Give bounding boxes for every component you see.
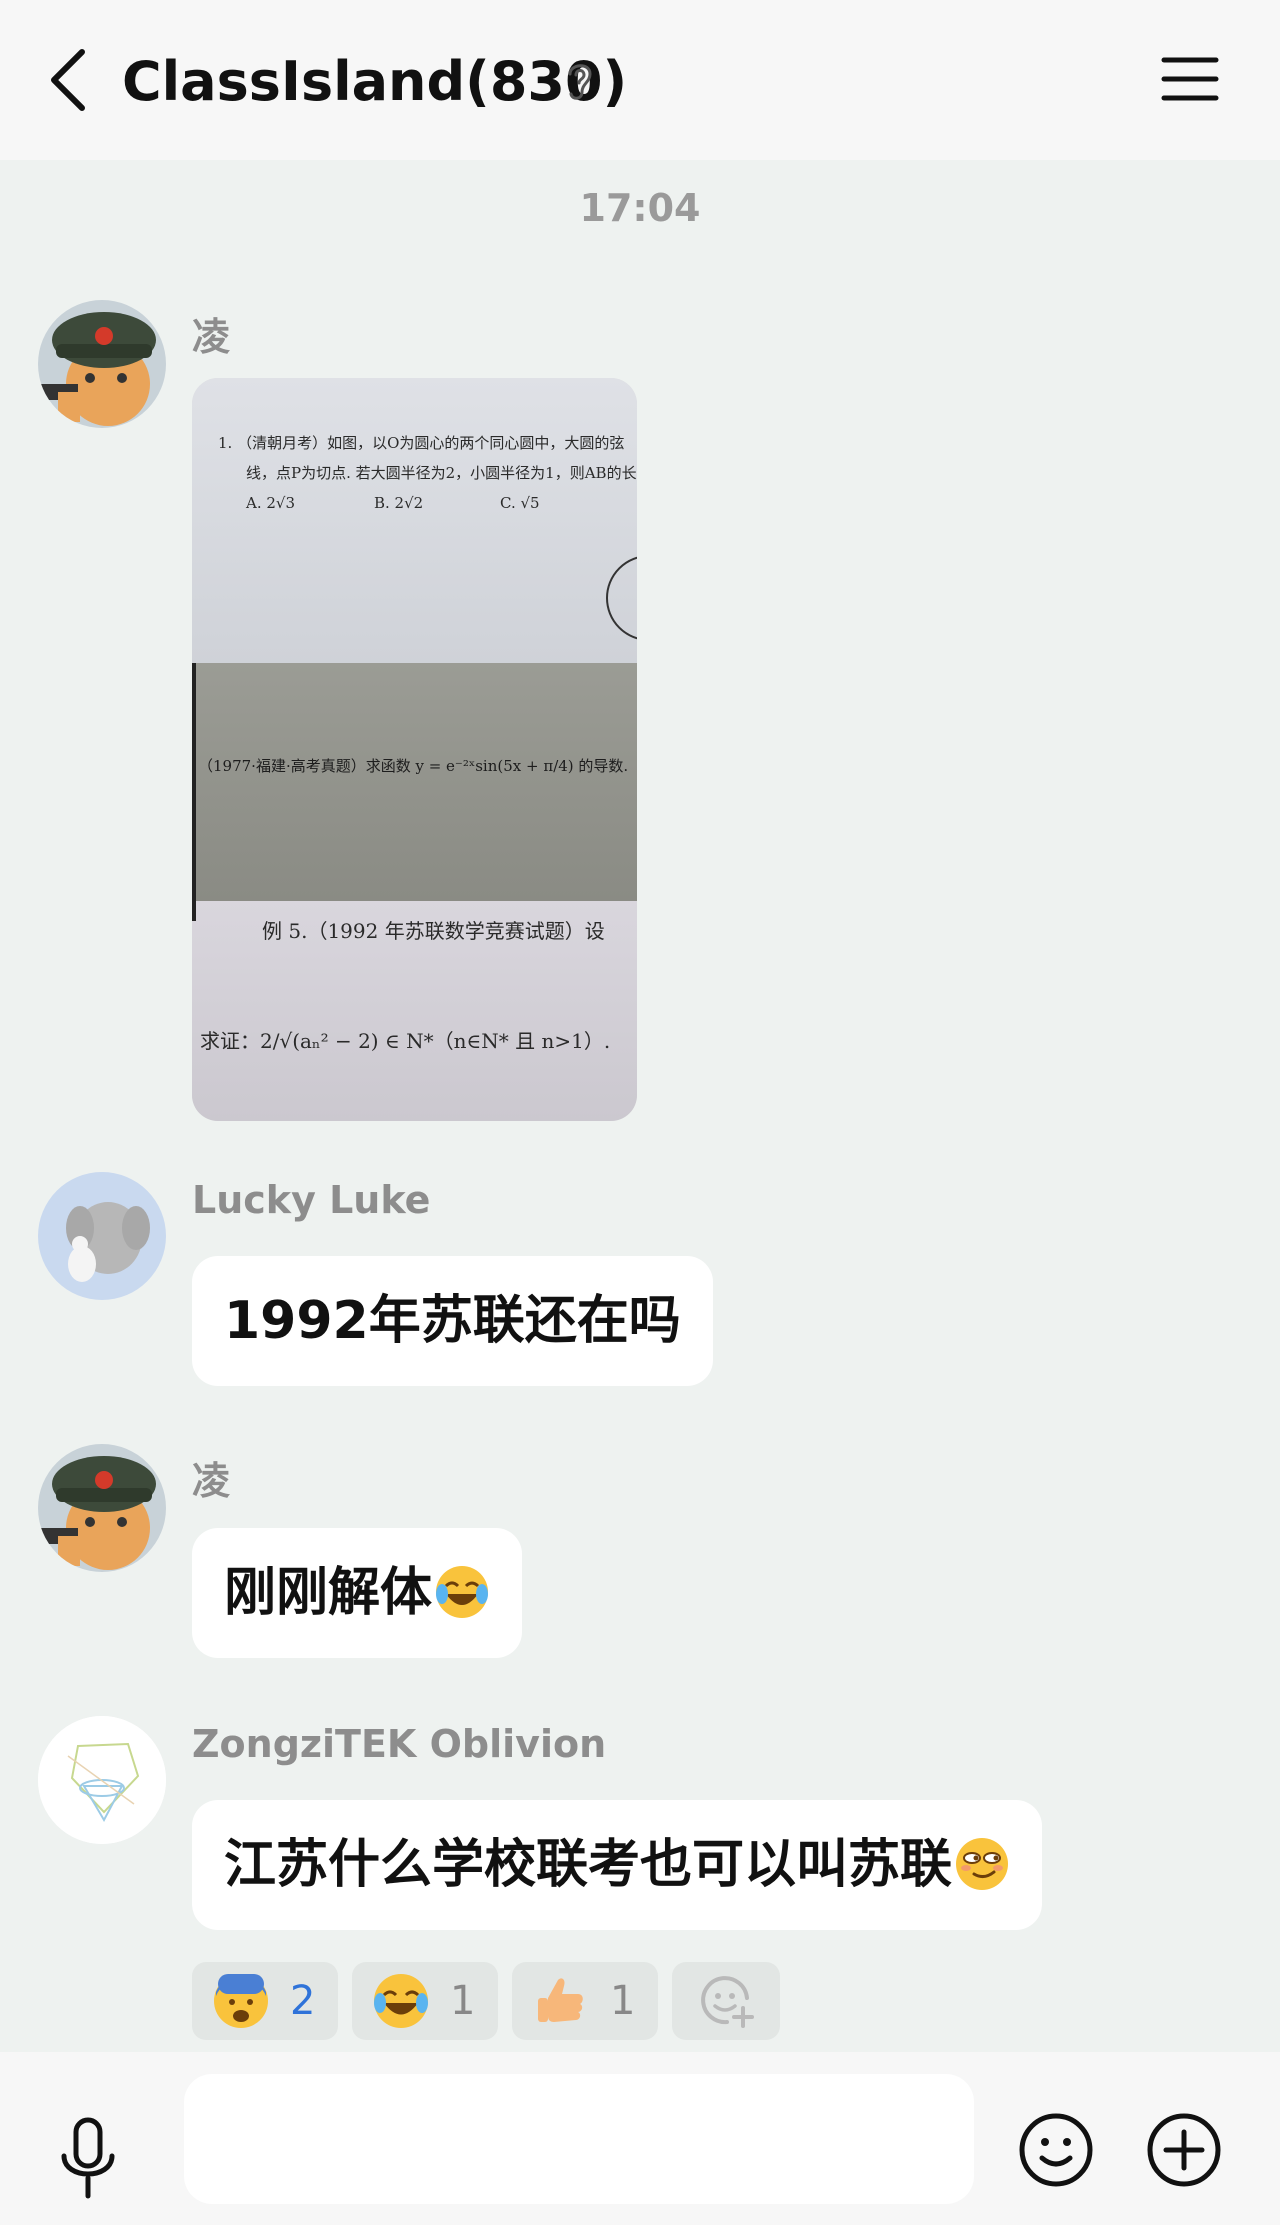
photo-text: 1. （清朝月考）如图，以O为圆心的两个同心圆中，大圆的弦 (218, 434, 625, 452)
message-bubble[interactable]: 江苏什么学校联考也可以叫苏联 (192, 1800, 1043, 1930)
reaction-count: 1 (610, 1978, 636, 2024)
circle-diagram-icon (606, 556, 637, 640)
thumbs-up-icon (538, 1978, 583, 2022)
microphone-icon[interactable] (56, 2116, 120, 2202)
message-bubble[interactable]: 刚刚解体 (192, 1528, 523, 1658)
message-input[interactable] (184, 2074, 974, 2204)
joy-tears-icon (374, 1974, 428, 2028)
photo-text: A. 2√3 (246, 494, 296, 512)
photo-text: B. 2√2 (374, 494, 424, 512)
cat-soldier-avatar-icon (38, 300, 166, 428)
image-message[interactable]: 1. （清朝月考）如图，以O为圆心的两个同心圆中，大圆的弦 线，点P为切点. 若… (192, 378, 637, 1121)
photo-text: 线，点P为切点. 若大圆半径为2，小圆半径为1，则AB的长 (246, 464, 637, 482)
sketch-avatar-icon (38, 1716, 166, 1844)
message-text: 1992年苏联还在吗 (224, 1291, 681, 1351)
photo-segment-2: （1977·福建·高考真题）求函数 y = e⁻²ˣsin(5x + π/4) … (192, 663, 637, 901)
message-text: 刚刚解体 (224, 1563, 433, 1623)
joy-tears-icon (436, 1566, 489, 1618)
message-text: 江苏什么学校联考也可以叫苏联 (224, 1835, 953, 1895)
emoji-icon[interactable] (1018, 2112, 1094, 2188)
elephant-avatar-icon (38, 1172, 166, 1300)
sender-name: Lucky Luke (192, 1178, 431, 1222)
avatar-zongzitek[interactable] (38, 1716, 166, 1844)
reaction-joy[interactable]: 1 (352, 1962, 498, 2040)
menu-icon[interactable] (1160, 52, 1220, 106)
timestamp: 17:04 (579, 186, 701, 230)
avatar-ling[interactable] (38, 1444, 166, 1572)
ear-icon[interactable] (562, 56, 598, 106)
photo-text: （1977·福建·高考真题）求函数 y = e⁻²ˣsin(5x + π/4) … (198, 757, 629, 775)
top-bar: ClassIsland(830) (0, 0, 1280, 160)
photo-text: 求证：2/√(aₙ² − 2) ∈ N*（n∈N* 且 n>1）. (200, 1029, 611, 1053)
sender-name: ZongziTEK Oblivion (192, 1722, 607, 1766)
add-reaction-icon (701, 1976, 754, 2028)
sender-name: 凌 (192, 1459, 231, 1503)
fearful-face-icon (214, 1974, 268, 2028)
photo-segment-1: 1. （清朝月考）如图，以O为圆心的两个同心圆中，大圆的弦 线，点P为切点. 若… (192, 378, 637, 663)
reaction-fearful[interactable]: 2 (192, 1962, 338, 2040)
photo-text: C. √5 (500, 494, 540, 512)
cat-soldier-avatar-icon (38, 1444, 166, 1572)
chat-title[interactable]: ClassIsland(830) (122, 46, 627, 118)
reaction-count: 1 (450, 1978, 476, 2024)
smirk-icon (956, 1838, 1009, 1890)
photo-segment-3: 例 5.（1992 年苏联数学竞赛试题）设 求证：2/√(aₙ² − 2) ∈ … (192, 901, 637, 1121)
avatar-ling[interactable] (38, 300, 166, 428)
message-bubble[interactable]: 1992年苏联还在吗 (192, 1256, 713, 1386)
reaction-thumbs-up[interactable]: 1 (512, 1962, 658, 2040)
sender-name: 凌 (192, 315, 231, 359)
avatar-lucky-luke[interactable] (38, 1172, 166, 1300)
back-arrow-icon[interactable] (40, 44, 100, 116)
input-bar (0, 2052, 1280, 2225)
plus-icon[interactable] (1146, 2112, 1222, 2188)
reaction-count: 2 (290, 1978, 316, 2024)
photo-text: 例 5.（1992 年苏联数学竞赛试题）设 (262, 919, 605, 943)
add-reaction-button[interactable] (672, 1962, 780, 2040)
